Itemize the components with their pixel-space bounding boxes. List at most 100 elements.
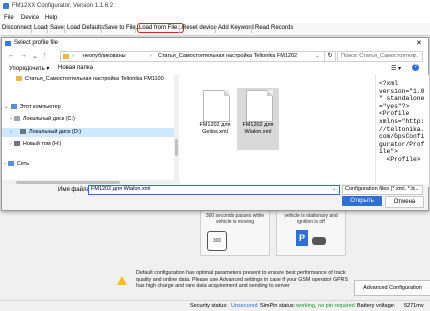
tree-item-label: Локальный диск (D:) <box>29 129 82 135</box>
dialog-titlebar: Select profile file ✕ <box>2 38 428 48</box>
forward-icon[interactable]: → <box>20 52 27 59</box>
organize-button[interactable]: Упорядочить ▾ <box>9 65 49 72</box>
chevron-right-icon[interactable]: › <box>10 129 12 135</box>
tree-item-label: Локальный диск (C:) <box>22 116 75 122</box>
chevron-down-icon[interactable]: ⌄ <box>415 186 420 192</box>
load-button[interactable]: Load <box>34 25 47 31</box>
view-options-icon[interactable]: ☰ ▾ <box>391 65 401 72</box>
open-button[interactable]: Открыть <box>342 196 382 206</box>
menu-device[interactable]: Device <box>21 15 39 21</box>
file-name: FM1202 для Wialon.xml <box>242 122 274 135</box>
chevron-right-icon[interactable]: › <box>4 161 6 167</box>
folder-icon <box>63 54 69 59</box>
search-placeholder: Поиск: Статья_Самостоятел... <box>341 53 419 59</box>
computer-icon <box>10 104 17 109</box>
tree-item-drive-c[interactable]: › Локальный диск (C:) <box>10 116 75 122</box>
toolbar: Disconnect Load Save Load Defaults Save … <box>0 23 430 36</box>
tree-item-drive-d[interactable]: › Локальный диск (D:) <box>2 128 174 137</box>
recent-locations-icon[interactable]: ⌄ <box>32 52 38 60</box>
drive-icon <box>13 141 20 146</box>
tree-item-label: Новый том (H:) <box>22 141 62 147</box>
menu-bar: File Device Help <box>0 13 430 23</box>
navigation-scrollbar[interactable] <box>174 75 179 181</box>
new-folder-button[interactable]: Новая папка <box>58 65 93 71</box>
chevron-right-icon[interactable]: › <box>10 116 12 122</box>
load-from-file-button[interactable]: Load from File... <box>136 23 185 33</box>
chevron-down-icon[interactable]: ⌄ <box>4 104 9 110</box>
breadcrumb-separator: › <box>150 53 152 59</box>
select-profile-dialog: Select profile file ✕ ← → ⌄ ↑ › неопубли… <box>1 37 429 211</box>
back-icon[interactable]: ← <box>8 52 15 59</box>
file-name-row: Имя файла: FM1202 для Wialon.xml ⌄ Confi… <box>2 184 428 210</box>
scenario-card-stationary: vehicle is stationary and ignition is of… <box>276 210 346 256</box>
drive-icon <box>20 129 26 134</box>
network-icon <box>7 161 14 166</box>
file-type-value: Configuration files (*.xml, *.bin <box>345 186 419 192</box>
security-status-label: Security status: <box>190 303 228 309</box>
read-records-button[interactable]: Read Records <box>255 25 293 31</box>
scenario-card-moving-text: 300 seconds passes while vehicle is movi… <box>205 213 265 225</box>
chevron-down-icon[interactable]: ⌄ <box>332 186 337 192</box>
menu-file[interactable]: File <box>4 15 14 21</box>
scenario-card-moving: 300 seconds passes while vehicle is movi… <box>200 210 270 256</box>
tree-item-label: Сеть <box>16 161 30 167</box>
file-type-select[interactable]: Configuration files (*.xml, *.bin ⌄ <box>342 185 423 195</box>
parking-icon: P <box>296 230 308 246</box>
tree-item-label: Статья_Самостоятельная настройка Teltoni… <box>25 76 164 82</box>
security-status-value: Unsecured <box>231 303 258 309</box>
folder-icon <box>16 76 22 81</box>
preview-pane: <?xml version="1.0 " standalone ="yes"?>… <box>375 75 429 187</box>
simpin-status-value: working, no pin required <box>296 303 355 309</box>
add-keyword-button[interactable]: Add Keyword <box>218 25 254 31</box>
breadcrumb-item-unpublished[interactable]: неопубликованы <box>83 53 126 59</box>
scenario-card-stationary-text: vehicle is stationary and ignition is of… <box>284 213 338 225</box>
tree-item-fm1100-folder[interactable]: Статья_Самостоятельная настройка Teltoni… <box>16 76 164 82</box>
file-name: FM1202 для Gelios.xml <box>199 122 231 135</box>
file-list: FM1202 для Gelios.xml FM1202 для Wialon.… <box>183 75 374 185</box>
tree-item-label: Этот компьютер <box>19 104 61 110</box>
file-item-gelios[interactable]: FM1202 для Gelios.xml <box>194 88 236 150</box>
document-icon <box>246 90 273 122</box>
cancel-button[interactable]: Отмена <box>385 196 424 208</box>
close-icon[interactable]: ✕ <box>416 39 422 47</box>
timer-icon: 300 <box>207 231 227 251</box>
file-item-wialon[interactable]: FM1202 для Wialon.xml <box>237 88 279 150</box>
save-button[interactable]: Save <box>50 25 64 31</box>
up-icon[interactable]: ↑ <box>43 52 47 59</box>
dialog-app-icon <box>5 41 11 46</box>
window-title: FM12XX Configurator, Version 1.1.6.2 <box>12 3 114 9</box>
warning-icon <box>117 276 127 285</box>
window-titlebar: FM12XX Configurator, Version 1.1.6.2 <box>0 0 430 13</box>
address-dropdown-icon[interactable]: ⌄ <box>315 53 320 59</box>
battery-voltage-label: Battery voltage: <box>357 303 396 309</box>
tree-item-network[interactable]: › Сеть <box>4 161 29 167</box>
file-name-input[interactable]: FM1202 для Wialon.xml ⌄ <box>88 185 340 195</box>
chevron-right-icon[interactable]: › <box>10 141 12 147</box>
dialog-title: Select profile file <box>14 40 59 46</box>
tree-item-drive-h[interactable]: › Новый том (H:) <box>10 141 61 147</box>
search-input[interactable]: Поиск: Статья_Самостоятел... ⌕ <box>337 51 423 62</box>
load-defaults-button[interactable]: Load Defaults <box>67 25 104 31</box>
refresh-icon[interactable]: ↻ <box>324 51 336 62</box>
status-bar: Security status: Unsecured SimPin status… <box>0 300 430 311</box>
tree-item-this-pc[interactable]: ⌄ Этот компьютер <box>4 104 61 110</box>
address-row: ← → ⌄ ↑ › неопубликованы › Статья_Самост… <box>2 49 428 62</box>
battery-voltage-value: 5271mv <box>404 303 424 309</box>
advanced-configuration-button[interactable]: Advanced Configuration <box>354 280 430 296</box>
reset-device-button[interactable]: Reset device <box>182 25 217 31</box>
car-icon <box>312 237 326 245</box>
disconnect-button[interactable]: Disconnect <box>2 25 32 31</box>
menu-help[interactable]: Help <box>45 15 57 21</box>
drive-icon <box>13 116 20 121</box>
navigation-pane: Статья_Самостоятельная настройка Teltoni… <box>2 75 180 181</box>
help-icon[interactable]: ? <box>412 64 419 71</box>
simpin-status-label: SimPin status: <box>260 303 296 309</box>
search-icon: ⌕ <box>413 53 417 59</box>
address-bar[interactable]: › неопубликованы › Статья_Самостоятельна… <box>60 51 325 62</box>
preview-text: <?xml version="1.0 " standalone ="yes"?>… <box>379 80 425 163</box>
info-text: Default configuration has optimal parame… <box>136 270 348 289</box>
app-icon <box>3 3 9 9</box>
file-name-value: FM1202 для Wialon.xml <box>91 186 151 192</box>
document-icon <box>203 90 230 122</box>
breadcrumb-item-article[interactable]: Статья_Самостоятельная настройка Teltoni… <box>158 53 297 59</box>
